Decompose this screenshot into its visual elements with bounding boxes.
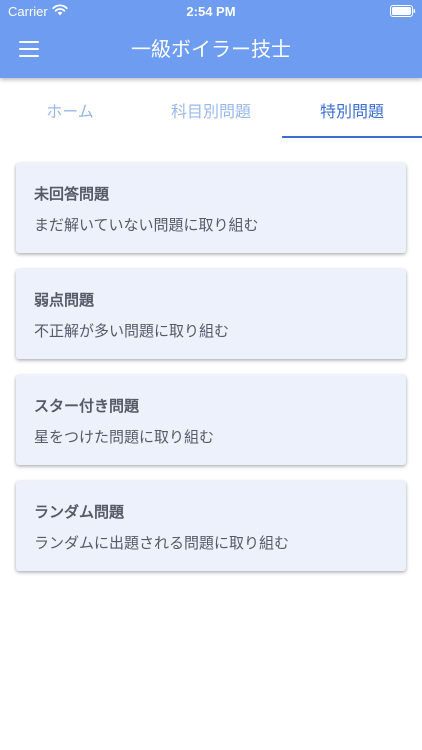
card-title: スター付き問題 [34,397,140,415]
page-title: 一級ボイラー技士 [131,37,291,61]
card-random-problems[interactable]: ランダム問題 ランダムに出題される問題に取り組む [16,481,406,571]
tab-bar: ホーム 科目別問題 特別問題 [0,88,422,138]
card-description: まだ解いていない問題に取り組む [34,216,259,234]
card-description: 星をつけた問題に取り組む [34,428,215,446]
tab-home[interactable]: ホーム [0,88,140,138]
tab-subject-problems[interactable]: 科目別問題 [141,88,281,138]
card-unanswered-problems[interactable]: 未回答問題 まだ解いていない問題に取り組む [16,163,406,253]
card-title: 未回答問題 [34,185,110,203]
status-time: 2:54 PM [186,4,236,19]
active-tab-indicator [282,136,422,138]
card-title: ランダム問題 [34,503,125,521]
status-bar: Carrier 2:54 PM [0,0,422,22]
card-weak-problems[interactable]: 弱点問題 不正解が多い問題に取り組む [16,269,406,359]
card-starred-problems[interactable]: スター付き問題 星をつけた問題に取り組む [16,375,406,465]
card-description: ランダムに出題される問題に取り組む [34,534,290,552]
card-title: 弱点問題 [34,291,95,309]
card-description: 不正解が多い問題に取り組む [34,322,230,340]
battery-icon [390,5,416,17]
tab-special-problems[interactable]: 特別問題 [282,88,422,138]
app-header: Carrier 2:54 PM 一級ボイラー技士 [0,0,422,78]
